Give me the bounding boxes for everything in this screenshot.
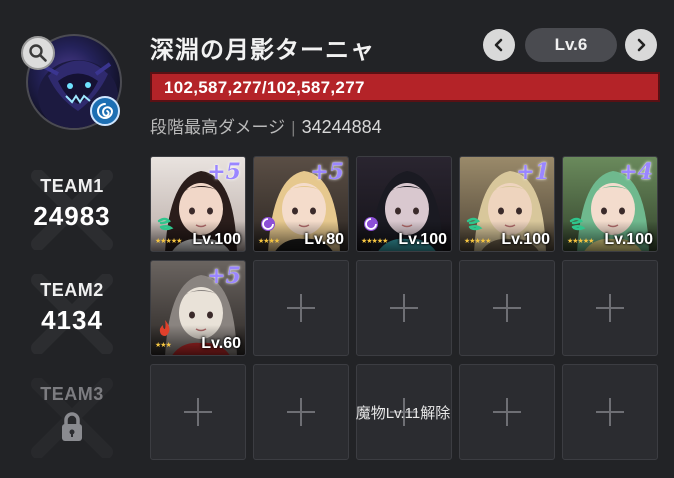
chevron-left-icon[interactable] bbox=[483, 29, 515, 61]
team1-name: TEAM1 bbox=[40, 176, 104, 196]
raid-team-screen: 深淵の月影ターニャ Lv.6 102,587,277/102,587,277 段… bbox=[0, 0, 674, 478]
team2-empty-slot[interactable] bbox=[356, 260, 452, 356]
enhance-level: +5 bbox=[207, 263, 241, 289]
plus-icon bbox=[287, 294, 315, 322]
team2-empty-slot[interactable] bbox=[459, 260, 555, 356]
team2-empty-slot[interactable] bbox=[562, 260, 658, 356]
purple-element-icon bbox=[259, 215, 277, 233]
enhance-level: +5 bbox=[310, 159, 344, 185]
team2-name: TEAM2 bbox=[40, 280, 104, 300]
character-level: Lv.100 bbox=[604, 231, 653, 248]
team2-power: 4134 bbox=[41, 305, 103, 335]
character-level: Lv.60 bbox=[201, 335, 241, 352]
team1-member-slot[interactable]: +1 ★★★★★ Lv.100 bbox=[459, 156, 555, 252]
rarity-stars: ★★★★★ bbox=[155, 238, 182, 245]
team2-label[interactable]: TEAM2 4134 bbox=[24, 274, 120, 354]
team2-empty-slot[interactable] bbox=[253, 260, 349, 356]
plus-icon bbox=[596, 294, 624, 322]
level-selector: Lv.6 bbox=[481, 27, 661, 63]
best-damage-label: 段階最高ダメージ bbox=[150, 118, 286, 137]
rarity-stars: ★★★★★ bbox=[567, 238, 594, 245]
best-damage-value: 34244884 bbox=[301, 117, 382, 137]
team1-member-slot[interactable]: +4 ★★★★★ Lv.100 bbox=[562, 156, 658, 252]
enhance-level: +1 bbox=[516, 159, 550, 185]
rarity-stars: ★★★★★ bbox=[361, 238, 388, 245]
team1-member-slot[interactable]: ★★★★★ Lv.100 bbox=[356, 156, 452, 252]
boss-hp-bar: 102,587,277/102,587,277 bbox=[150, 72, 660, 102]
enhance-level: +4 bbox=[619, 159, 653, 185]
boss-level: Lv.6 bbox=[525, 28, 617, 62]
team1-label[interactable]: TEAM1 24983 bbox=[24, 170, 120, 250]
plus-icon bbox=[493, 294, 521, 322]
team1-member-slot[interactable]: +5 ★★★★★ Lv.100 bbox=[150, 156, 246, 252]
team3-unlock-text: 魔物Lv.11解除 bbox=[355, 405, 451, 422]
team1-member-slot[interactable]: +5 ★★★★ Lv.80 bbox=[253, 156, 349, 252]
team2-member-slot[interactable]: +5 ★★★ Lv.60 bbox=[150, 260, 246, 356]
best-damage: 段階最高ダメージ | 34244884 bbox=[150, 117, 382, 137]
boss-name: 深淵の月影ターニャ bbox=[150, 37, 375, 64]
rarity-stars: ★★★★ bbox=[258, 238, 280, 245]
purple-element-icon bbox=[362, 215, 380, 233]
wind-element-icon bbox=[568, 215, 586, 233]
water-swirl-icon bbox=[90, 96, 120, 126]
boss-hp-text: 102,587,277/102,587,277 bbox=[164, 78, 365, 97]
character-level: Lv.100 bbox=[501, 231, 550, 248]
wind-element-icon bbox=[156, 215, 174, 233]
chevron-right-icon[interactable] bbox=[625, 29, 657, 61]
team1-power: 24983 bbox=[33, 201, 111, 231]
rarity-stars: ★★★ bbox=[155, 342, 172, 349]
wind-element-icon bbox=[465, 215, 483, 233]
rarity-stars: ★★★★★ bbox=[464, 238, 491, 245]
plus-icon bbox=[390, 294, 418, 322]
character-level: Lv.100 bbox=[192, 231, 241, 248]
character-level: Lv.80 bbox=[304, 231, 344, 248]
character-level: Lv.100 bbox=[398, 231, 447, 248]
enhance-level: +5 bbox=[207, 159, 241, 185]
fire-element-icon bbox=[156, 319, 174, 337]
search-icon[interactable] bbox=[21, 36, 55, 70]
